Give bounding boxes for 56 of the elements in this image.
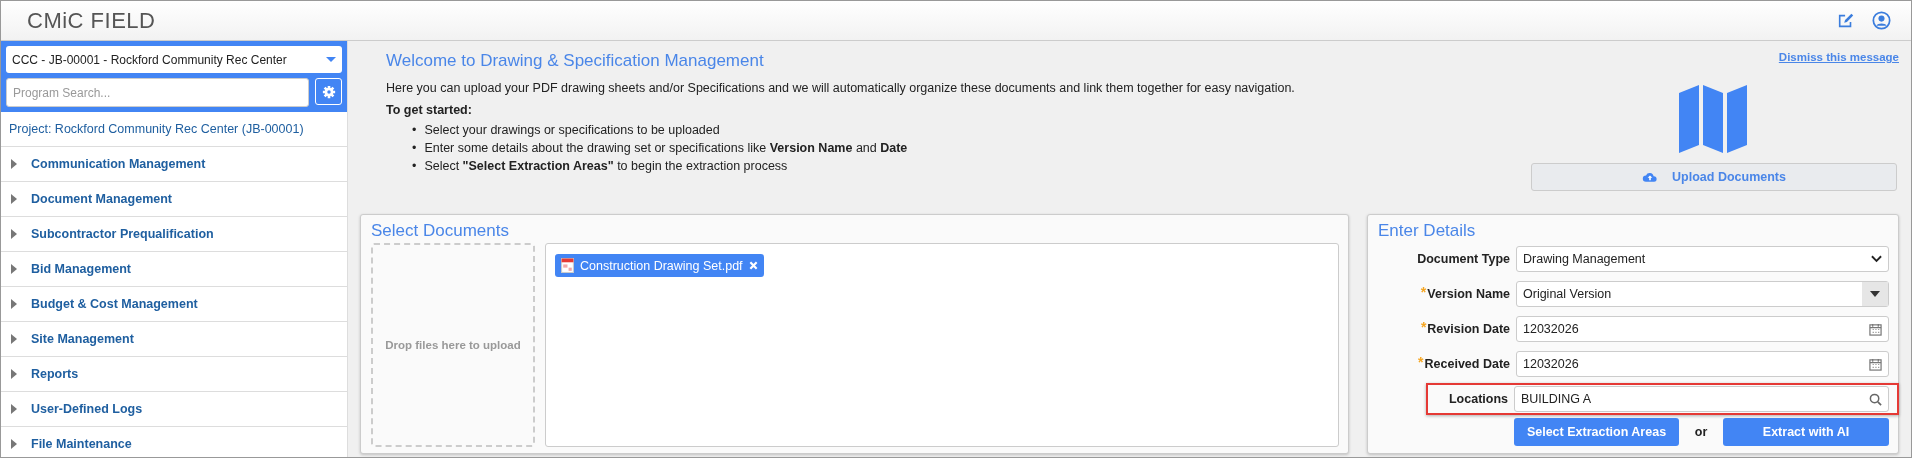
nav-item[interactable]: Communication Management bbox=[1, 147, 347, 182]
settings-icon bbox=[321, 84, 336, 99]
version-name-combo[interactable]: Original Version bbox=[1516, 281, 1889, 307]
nav-item[interactable]: Bid Management bbox=[1, 252, 347, 287]
panel-title: Select Documents bbox=[371, 221, 510, 241]
dropzone-text: Drop files here to upload bbox=[385, 339, 521, 351]
field-label: Revision Date bbox=[1427, 322, 1510, 336]
select-extraction-areas-button[interactable]: Select Extraction Areas bbox=[1514, 418, 1679, 446]
field-label: Locations bbox=[1448, 392, 1508, 406]
app-logo: CMiC FIELD bbox=[27, 7, 156, 34]
steps-heading: To get started: bbox=[386, 103, 473, 117]
step-text: Select "Select Extraction Areas" to begin the extraction process bbox=[424, 158, 788, 175]
bullet: • bbox=[412, 158, 417, 175]
date-field[interactable]: 12032026 bbox=[1516, 351, 1889, 377]
calendar-icon[interactable] bbox=[1869, 357, 1882, 371]
date-field[interactable]: 12032026 bbox=[1516, 316, 1889, 342]
settings-button[interactable] bbox=[315, 78, 342, 105]
locations-field[interactable]: BUILDING A bbox=[1514, 386, 1889, 412]
welcome-title: Welcome to Drawing & Specification Management bbox=[386, 51, 765, 71]
calendar-icon[interactable] bbox=[1869, 322, 1882, 336]
nav-item[interactable]: Document Management bbox=[1, 182, 347, 217]
edit-icon[interactable] bbox=[1837, 11, 1855, 30]
chevron-icon bbox=[1871, 255, 1882, 263]
nav-item[interactable]: User-Defined Logs bbox=[1, 392, 347, 427]
program-search-field[interactable]: Program Search... bbox=[6, 78, 309, 107]
nav-item[interactable]: File Maintenance bbox=[1, 427, 347, 457]
caret-icon bbox=[326, 57, 336, 62]
step-text: Enter some details about the drawing set or specifications like Version Name and Date bbox=[424, 140, 908, 157]
bullet: • bbox=[412, 140, 417, 157]
panel-title: Enter Details bbox=[1378, 221, 1477, 241]
user-icon[interactable] bbox=[1872, 11, 1891, 30]
remove-icon[interactable] bbox=[748, 261, 758, 270]
required-mark: * bbox=[1418, 357, 1424, 367]
step-text: Select your drawings or specifications to be uploaded bbox=[424, 122, 720, 139]
cloud-upload-icon bbox=[1642, 171, 1659, 183]
map-icon bbox=[1679, 85, 1749, 153]
nav-item[interactable]: Reports bbox=[1, 357, 347, 392]
bullet: • bbox=[412, 122, 417, 139]
extract-with-ai-button[interactable]: Extract with AI bbox=[1723, 418, 1889, 446]
search-icon[interactable] bbox=[1869, 392, 1882, 406]
intro-text: Here you can upload your PDF drawing sheets and/or Specifications and we will automatically organize these documents and link them together for easy navigation. bbox=[386, 81, 1295, 95]
pdf-file-icon bbox=[561, 258, 574, 273]
required-mark: * bbox=[1420, 287, 1427, 297]
required-mark: * bbox=[1420, 322, 1427, 332]
nav-item[interactable]: Site Management bbox=[1, 322, 347, 357]
nav-item[interactable]: Subcontractor Prequalification bbox=[1, 217, 347, 252]
field-label: Version Name bbox=[1427, 287, 1510, 301]
or-text: or bbox=[1693, 425, 1709, 439]
caret-icon bbox=[1870, 291, 1880, 297]
project-label: Project: Rockford Community Rec Center (JB-00001) bbox=[1, 112, 347, 147]
file-chip[interactable]: Construction Drawing Set.pdf bbox=[555, 254, 764, 277]
project-dropdown[interactable]: CCC - JB-00001 - Rockford Community Rec Center bbox=[6, 46, 342, 73]
document-type-select[interactable]: Drawing Management bbox=[1516, 246, 1889, 272]
field-label: Document Type bbox=[1417, 252, 1510, 266]
field-label: Received Date bbox=[1424, 357, 1510, 371]
nav-item[interactable]: Budget & Cost Management bbox=[1, 287, 347, 322]
